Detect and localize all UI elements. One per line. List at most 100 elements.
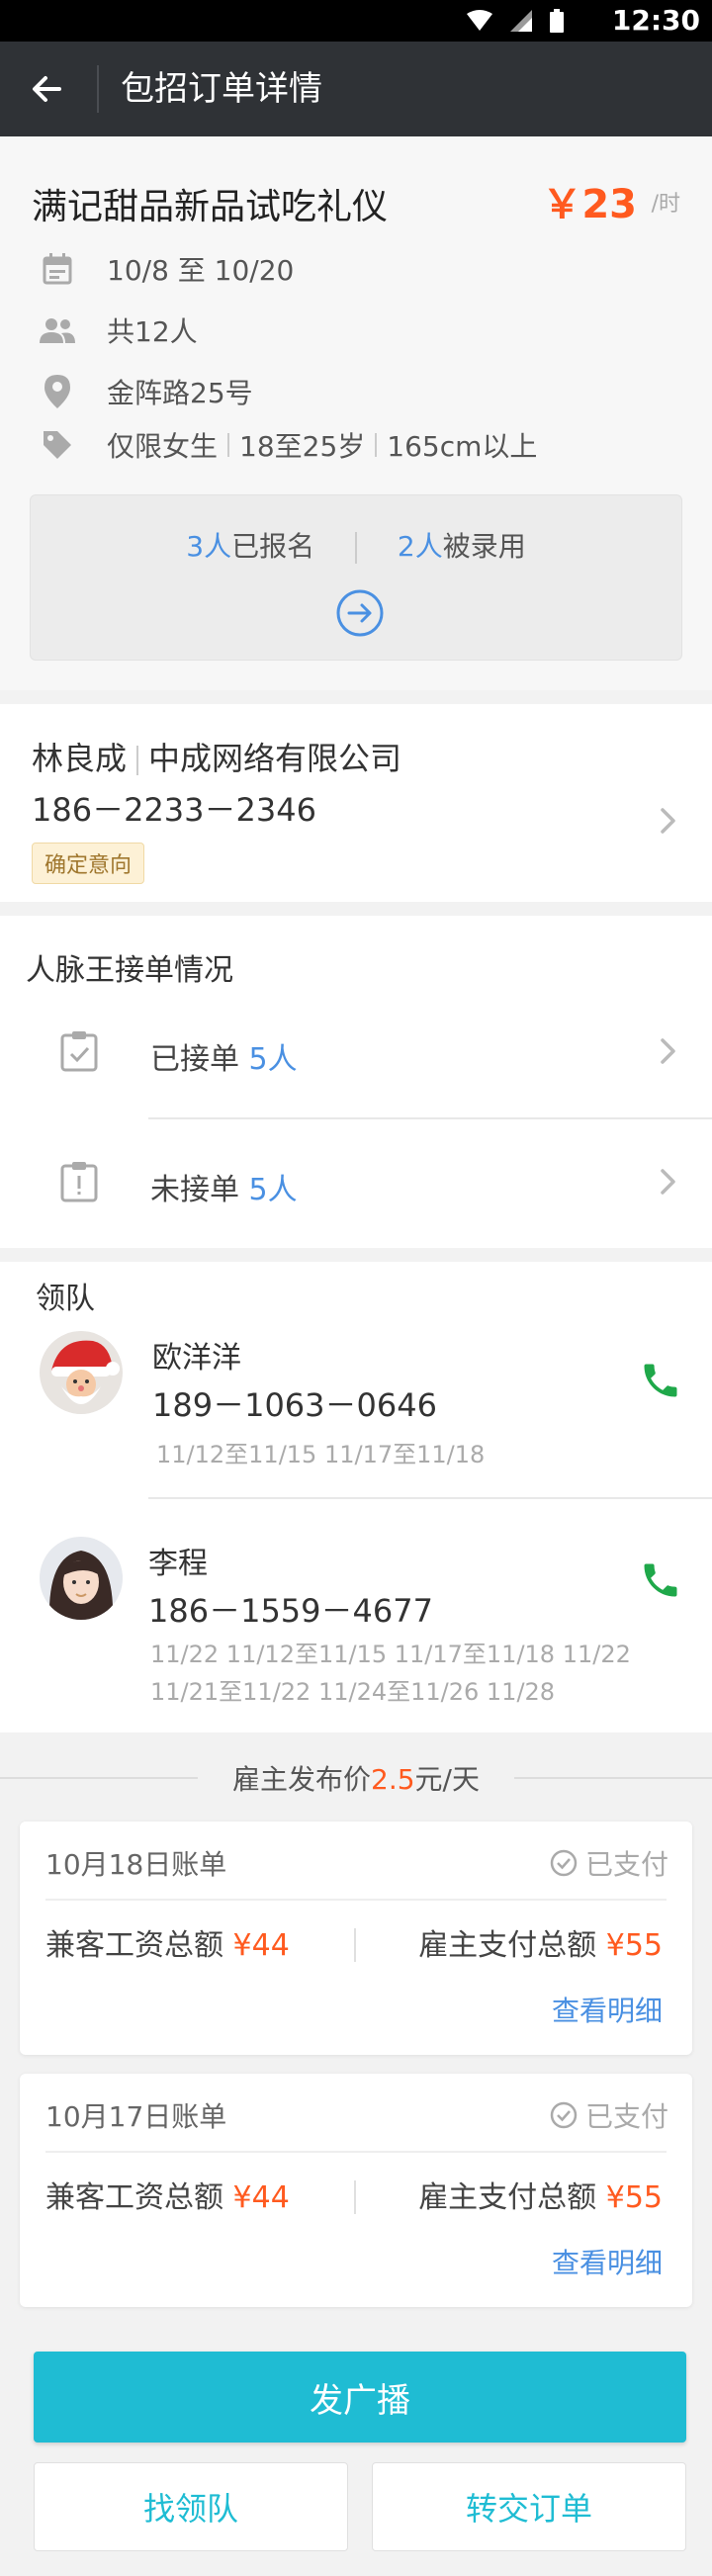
employer-name-row: 林良成 中成网络有限公司 (32, 734, 401, 779)
publish-price-prefix: 雇主发布价 (232, 1763, 372, 1796)
network-divider (148, 1117, 712, 1119)
bill-card: 10月17日账单 已支付 兼客工资总额 ¥44 雇主支付总额 ¥55 查看明细 (20, 2074, 692, 2307)
phone-call-icon[interactable] (639, 1558, 682, 1602)
signed-count: 3人 (186, 530, 232, 563)
bill-status-text: 已支付 (584, 2100, 668, 2133)
location-pin-icon (38, 372, 77, 411)
back-arrow-icon[interactable] (24, 65, 71, 113)
hired-count: 2人 (397, 530, 443, 563)
job-price: ￥23 (542, 182, 637, 227)
requirement-age: 18至25岁 (239, 430, 366, 463)
check-circle-icon (550, 2101, 578, 2129)
requirement-separator (227, 433, 230, 457)
leader-name: 李程 (148, 1547, 208, 1581)
pay-amount: ¥55 (605, 2180, 663, 2215)
wifi-icon (467, 10, 492, 31)
status-time: 12:30 (611, 4, 700, 37)
intent-badge: 确定意向 (32, 843, 145, 884)
bill-divider (45, 2151, 667, 2153)
battery-icon (550, 9, 564, 33)
leader-dates: 11/22 11/12至11/15 11/17至11/18 11/22 11/2… (150, 1641, 631, 1706)
phone-call-icon[interactable] (639, 1359, 682, 1402)
transfer-order-button[interactable]: 转交订单 (372, 2462, 686, 2551)
wage-amount: ¥44 (232, 1928, 290, 1963)
job-address: 金阵路25号 (107, 377, 253, 409)
leaders-divider (148, 1497, 712, 1499)
publish-price-value: 2.5 (371, 1763, 415, 1796)
signal-icon (510, 10, 532, 32)
chevron-right-icon[interactable] (653, 806, 682, 836)
accepted-label-group: 已接单 5人 (150, 1034, 298, 1078)
signup-summary[interactable]: 3人已报名 2人被录用 (30, 494, 682, 661)
people-icon (38, 311, 77, 350)
requirement-separator (375, 433, 378, 457)
wage-label: 兼客工资总额 (45, 2180, 223, 2215)
status-bar: 12:30 (0, 0, 712, 42)
bill-status: 已支付 (550, 2095, 668, 2135)
signed-label: 已报名 (231, 530, 315, 563)
status-icons (467, 9, 564, 33)
leaders-section: 领队 欧洋洋 189－1063－0646 11/12至11/15 11/17至1… (0, 1262, 712, 1732)
avatar[interactable] (40, 1331, 123, 1414)
avatar[interactable] (40, 1537, 123, 1620)
view-detail-link[interactable]: 查看明细 (552, 2242, 663, 2281)
requirement-gender: 仅限女生 (107, 430, 219, 463)
bill-date: 10月17日账单 (45, 2100, 227, 2133)
tag-icon (38, 425, 77, 465)
leader-phone: 189－1063－0646 (152, 1386, 437, 1424)
job-info-card: 满记甜品新品试吃礼仪 ￥23 /时 10/8 至 10/20 共12人 金阵路2… (0, 136, 712, 690)
pay-label: 雇主支付总额 (418, 1928, 597, 1963)
bill-status: 已支付 (550, 1843, 668, 1883)
bill-separator (354, 1928, 356, 1962)
employer-section[interactable]: 林良成 中成网络有限公司 186－2233－2346 确定意向 (0, 704, 712, 902)
network-heading: 人脉王接单情况 (26, 953, 233, 988)
employer-separator (136, 746, 139, 775)
chevron-right-icon[interactable] (653, 1167, 682, 1197)
wage-label: 兼客工资总额 (45, 1928, 223, 1963)
unaccepted-label-group: 未接单 5人 (150, 1165, 298, 1208)
wage-amount: ¥44 (232, 2180, 290, 2215)
address-row: 金阵路25号 (38, 372, 253, 411)
job-headcount: 共12人 (107, 315, 198, 348)
date-row: 10/8 至 10/20 (38, 249, 294, 289)
check-circle-icon (550, 1849, 578, 1877)
requirements-row: 仅限女生 18至25岁 165cm以上 (38, 425, 537, 465)
bill-card: 10月18日账单 已支付 兼客工资总额 ¥44 雇主支付总额 ¥55 查看明细 (20, 1821, 692, 2055)
view-detail-link[interactable]: 查看明细 (552, 1990, 663, 2029)
leader-name: 欧洋洋 (152, 1341, 241, 1376)
accepted-count: 5人 (248, 1042, 298, 1077)
arrow-right-circle-icon[interactable] (335, 588, 385, 638)
clipboard-alert-icon (60, 1162, 98, 1202)
network-section: 人脉王接单情况 已接单 5人 未接单 5人 (0, 916, 712, 1248)
bill-status-text: 已支付 (584, 1848, 668, 1881)
bill-wage: 兼客工资总额 ¥44 (45, 1920, 290, 1964)
signup-stats: 3人已报名 2人被录用 (31, 525, 681, 565)
pay-label: 雇主支付总额 (418, 2180, 597, 2215)
employer-name: 林良成 (32, 740, 128, 777)
chevron-right-icon[interactable] (653, 1036, 682, 1066)
leaders-heading: 领队 (36, 1282, 95, 1316)
requirement-height: 165cm以上 (387, 430, 538, 463)
bill-pay: 雇主支付总额 ¥55 (418, 2173, 663, 2216)
app-bar: 包招订单详情 (0, 42, 712, 136)
unaccepted-count: 5人 (248, 1173, 298, 1207)
broadcast-button[interactable]: 发广播 (34, 2352, 686, 2443)
publish-price-suffix: 元/天 (414, 1763, 480, 1796)
signup-separator (355, 532, 357, 564)
job-title: 满记甜品新品试吃礼仪 (32, 187, 389, 227)
calendar-icon (38, 249, 77, 289)
headcount-row: 共12人 (38, 311, 198, 350)
publish-price-divider: 雇主发布价2.5元/天 (0, 1758, 712, 1798)
unaccepted-row[interactable]: 未接单 5人 (0, 1137, 712, 1226)
clipboard-check-icon (60, 1031, 98, 1072)
bill-divider (45, 1899, 667, 1901)
hired-label: 被录用 (442, 530, 526, 563)
find-leader-button[interactable]: 找领队 (34, 2462, 348, 2551)
job-date-range: 10/8 至 10/20 (107, 254, 295, 287)
unaccepted-label: 未接单 (150, 1173, 239, 1207)
app-bar-divider (97, 65, 99, 113)
bill-date: 10月18日账单 (45, 1848, 227, 1881)
accepted-row[interactable]: 已接单 5人 (0, 1007, 712, 1096)
job-price-unit: /时 (651, 192, 680, 217)
pay-amount: ¥55 (605, 1928, 663, 1963)
